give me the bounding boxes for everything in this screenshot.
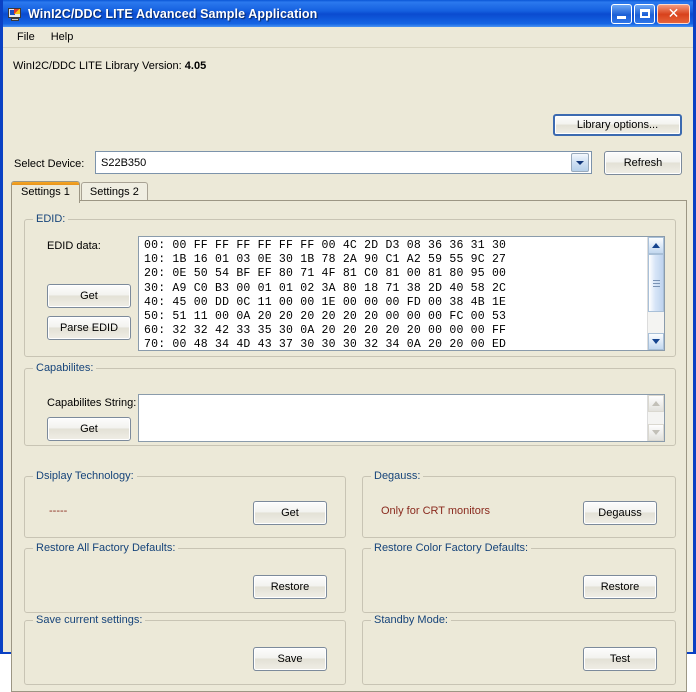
- tab-settings-2[interactable]: Settings 2: [80, 182, 148, 202]
- close-icon: ✕: [667, 5, 680, 22]
- group-display-technology-title: Dsiplay Technology:: [33, 470, 137, 482]
- standby-test-button[interactable]: Test: [583, 647, 657, 671]
- maximize-button[interactable]: [634, 3, 655, 24]
- minimize-icon: [617, 15, 626, 19]
- library-version-line: WinI2C/DDC LITE Library Version: 4.05: [13, 60, 206, 72]
- group-capabilities: Capabilites: Capabilites String: Get: [24, 362, 676, 446]
- tab-strip: Settings 1 Settings 2: [11, 181, 149, 203]
- monitor-icon: [7, 6, 23, 22]
- scroll-down-icon[interactable]: [648, 333, 664, 350]
- group-restore-color: Restore Color Factory Defaults: Restore: [362, 542, 676, 613]
- application-window: WinI2C/DDC LITE Advanced Sample Applicat…: [0, 0, 696, 692]
- library-version-value: 4.05: [184, 60, 207, 72]
- restore-all-button[interactable]: Restore: [253, 575, 327, 599]
- capabilities-scroll-track: [648, 412, 664, 424]
- chevron-down-icon[interactable]: [571, 153, 589, 172]
- caption-buttons: ✕: [611, 3, 690, 24]
- edid-scroll-thumb[interactable]: [648, 254, 664, 312]
- scroll-up-icon: [648, 395, 664, 412]
- group-capabilities-title: Capabilites:: [33, 362, 97, 374]
- menu-bar: File Help: [3, 27, 693, 48]
- group-edid: EDID: EDID data: Get Parse EDID 00: 00 F…: [24, 213, 676, 357]
- group-degauss: Degauss: Only for CRT monitors Degauss: [362, 470, 676, 538]
- edid-text-area[interactable]: 00: 00 FF FF FF FF FF FF 00 4C 2D D3 08 …: [138, 236, 665, 351]
- edid-data-label: EDID data:: [47, 240, 101, 252]
- group-edid-title: EDID:: [33, 213, 69, 225]
- tab-settings-1[interactable]: Settings 1: [11, 181, 80, 203]
- group-save-settings-title: Save current settings:: [33, 614, 146, 626]
- display-technology-get-button[interactable]: Get: [253, 501, 327, 525]
- select-device-label: Select Device:: [14, 158, 85, 170]
- capabilities-get-button[interactable]: Get: [47, 417, 131, 441]
- capabilities-string-value: [139, 395, 647, 441]
- group-restore-color-title: Restore Color Factory Defaults:: [371, 542, 532, 554]
- edid-scrollbar[interactable]: [647, 237, 664, 350]
- group-restore-all: Restore All Factory Defaults: Restore: [24, 542, 346, 613]
- save-button[interactable]: Save: [253, 647, 327, 671]
- library-options-button[interactable]: Library options...: [553, 114, 682, 136]
- menu-item-help[interactable]: Help: [43, 29, 82, 45]
- degauss-button[interactable]: Degauss: [583, 501, 657, 525]
- edid-scroll-track[interactable]: [648, 254, 664, 333]
- refresh-button[interactable]: Refresh: [604, 151, 682, 175]
- device-combobox[interactable]: S22B350: [95, 151, 592, 174]
- group-display-technology: Dsiplay Technology: ----- Get: [24, 470, 346, 538]
- restore-color-button[interactable]: Restore: [583, 575, 657, 599]
- maximize-icon: [639, 9, 650, 18]
- group-standby-mode-title: Standby Mode:: [371, 614, 451, 626]
- capabilities-string-label: Capabilites String:: [47, 397, 137, 409]
- tab-panel-settings-1: EDID: EDID data: Get Parse EDID 00: 00 F…: [11, 200, 687, 692]
- client-area: WinI2C/DDC LITE Library Version: 4.05 Li…: [3, 48, 693, 692]
- library-version-label: WinI2C/DDC LITE Library Version:: [13, 60, 182, 72]
- capabilities-scrollbar[interactable]: [647, 395, 664, 441]
- group-save-settings: Save current settings: Save: [24, 614, 346, 685]
- capabilities-text-area[interactable]: [138, 394, 665, 442]
- edid-hex-dump: 00: 00 FF FF FF FF FF FF 00 4C 2D D3 08 …: [144, 239, 507, 351]
- device-combobox-value: S22B350: [101, 156, 147, 169]
- degauss-note: Only for CRT monitors: [381, 505, 491, 517]
- edid-get-button[interactable]: Get: [47, 284, 131, 308]
- group-restore-all-title: Restore All Factory Defaults:: [33, 542, 179, 554]
- group-degauss-title: Degauss:: [371, 470, 424, 482]
- scroll-up-icon[interactable]: [648, 237, 664, 254]
- group-standby-mode: Standby Mode: Test: [362, 614, 676, 685]
- close-button[interactable]: ✕: [657, 3, 690, 24]
- minimize-button[interactable]: [611, 3, 632, 24]
- scroll-down-icon: [648, 424, 664, 441]
- display-technology-value: -----: [49, 505, 68, 517]
- title-bar: WinI2C/DDC LITE Advanced Sample Applicat…: [3, 0, 693, 27]
- menu-item-file[interactable]: File: [9, 29, 43, 45]
- window-title: WinI2C/DDC LITE Advanced Sample Applicat…: [28, 6, 318, 21]
- edid-parse-button[interactable]: Parse EDID: [47, 316, 131, 340]
